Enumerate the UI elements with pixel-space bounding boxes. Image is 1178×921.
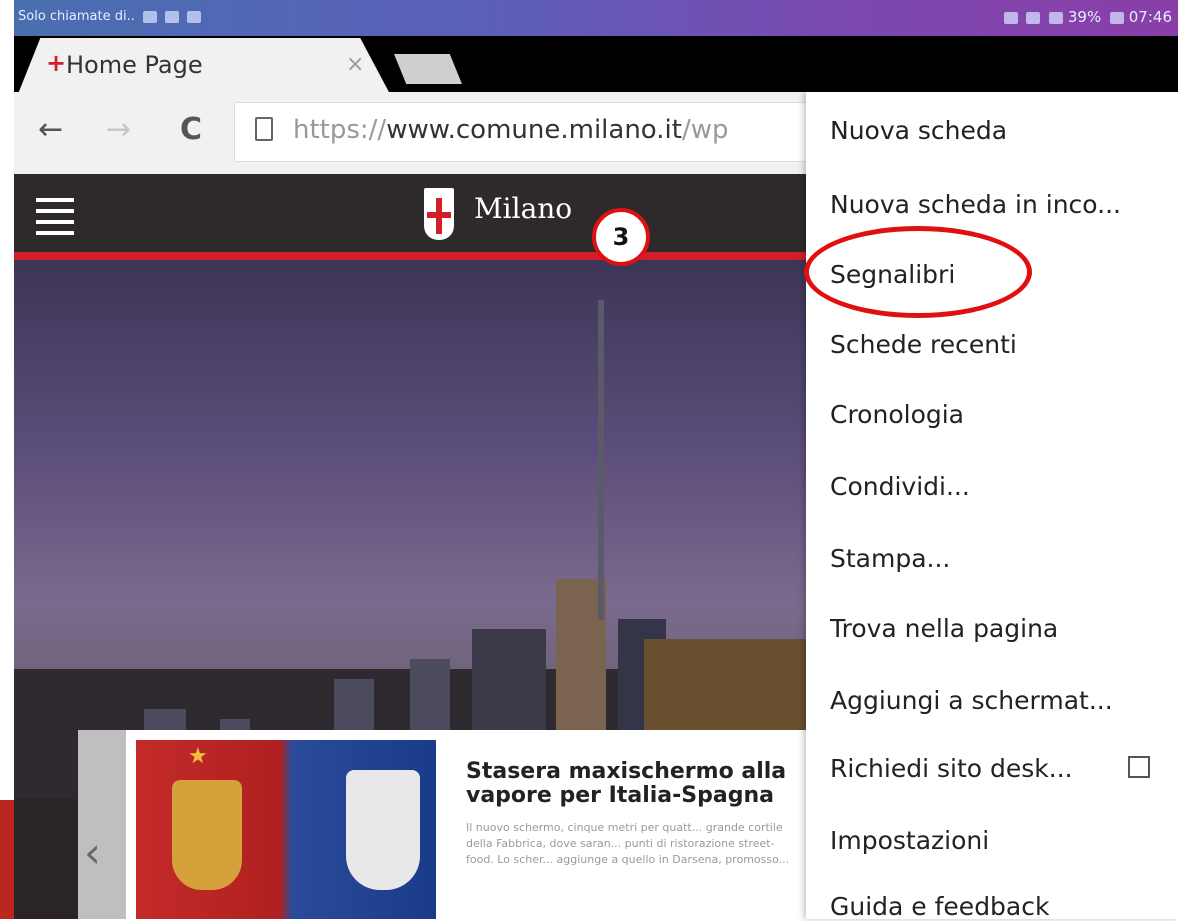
hamburger-menu-icon[interactable] bbox=[14, 174, 94, 252]
menu-item-richiedi-sito-desktop[interactable]: Richiedi sito desk... bbox=[830, 754, 1073, 783]
back-arrow-icon[interactable]: ← bbox=[38, 112, 63, 147]
status-notification-text: Solo chiamate di.. bbox=[18, 9, 202, 24]
signal-icon bbox=[1049, 11, 1064, 24]
menu-item-condividi[interactable]: Condividi... bbox=[830, 472, 970, 501]
news-card-title[interactable]: Stasera maxischermo alla vapore per Ital… bbox=[466, 760, 796, 808]
menu-item-aggiungi-a-schermata[interactable]: Aggiungi a schermat... bbox=[830, 686, 1113, 715]
star-icon: ★ bbox=[188, 744, 208, 769]
menu-item-cronologia[interactable]: Cronologia bbox=[830, 400, 964, 429]
header-red-line bbox=[14, 252, 806, 260]
menu-item-stampa[interactable]: Stampa... bbox=[830, 544, 950, 573]
favicon-icon: + bbox=[46, 49, 67, 77]
desktop-site-checkbox[interactable] bbox=[1128, 756, 1150, 778]
forward-arrow-icon[interactable]: → bbox=[106, 112, 131, 147]
spain-crest-icon bbox=[172, 780, 242, 890]
page-icon bbox=[255, 117, 273, 141]
status-bar: Solo chiamate di.. 39% 07:46 bbox=[14, 0, 1178, 36]
menu-item-trova-nella-pagina[interactable]: Trova nella pagina bbox=[830, 614, 1058, 643]
left-edge bbox=[0, 0, 14, 919]
reload-icon[interactable]: C bbox=[180, 112, 202, 147]
menu-item-schede-recenti[interactable]: Schede recenti bbox=[830, 330, 1017, 359]
left-edge-red bbox=[0, 800, 14, 919]
tab-title: Home Page bbox=[66, 51, 203, 79]
menu-item-nuova-scheda[interactable]: Nuova scheda bbox=[830, 116, 1007, 145]
notification-icon bbox=[143, 10, 157, 23]
message-icon bbox=[165, 10, 180, 23]
site-header bbox=[14, 174, 806, 258]
milano-crest-icon bbox=[424, 188, 454, 240]
carousel-prev-button[interactable]: ‹ bbox=[78, 730, 126, 919]
battery-icon bbox=[1109, 11, 1124, 24]
battery-percent: 39% bbox=[1067, 8, 1102, 26]
menu-item-nuova-scheda-incognito[interactable]: Nuova scheda in inco... bbox=[830, 190, 1121, 219]
email-icon bbox=[187, 10, 202, 23]
bluetooth-icon bbox=[1003, 11, 1018, 24]
step-number-badge: 3 bbox=[592, 208, 650, 266]
url-text: https://www.comune.milano.it/wp bbox=[293, 115, 729, 145]
menu-item-impostazioni[interactable]: Impostazioni bbox=[830, 826, 989, 855]
status-right: 39% 07:46 bbox=[1000, 8, 1172, 26]
italy-crest-icon bbox=[346, 770, 420, 890]
tab-home-page[interactable]: + Home Page × bbox=[18, 38, 390, 94]
menu-item-guida-e-feedback[interactable]: Guida e feedback bbox=[830, 892, 1049, 921]
tab-close-icon[interactable]: × bbox=[346, 52, 364, 77]
address-bar[interactable]: https://www.comune.milano.it/wp bbox=[234, 102, 876, 162]
chevron-left-icon: ‹ bbox=[84, 828, 101, 877]
news-card-text: Il nuovo schermo, cinque metri per quatt… bbox=[466, 821, 790, 866]
highlight-ellipse bbox=[804, 226, 1032, 318]
site-brand[interactable]: Milano bbox=[474, 192, 572, 225]
wifi-icon bbox=[1026, 11, 1041, 24]
clock: 07:46 bbox=[1128, 8, 1172, 26]
news-card-image: ★ bbox=[136, 740, 436, 919]
